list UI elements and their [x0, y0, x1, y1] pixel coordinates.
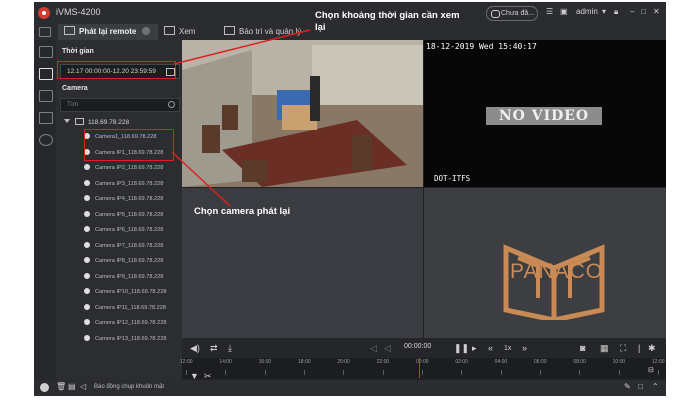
time-range-annotation: Chọn khoảng thời gian cần xem lại [315, 10, 460, 33]
annotation-arrows [171, 29, 311, 207]
camera-annotation: Chọn camera phát lại [194, 206, 291, 217]
